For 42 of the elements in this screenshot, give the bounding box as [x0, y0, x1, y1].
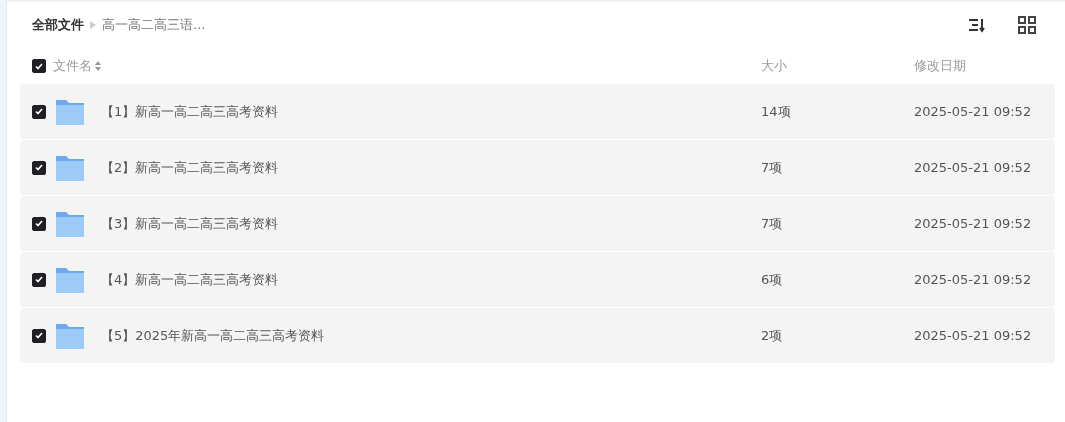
check-icon — [35, 332, 43, 339]
file-name: 【1】新高一高二高三高考资料 — [101, 102, 279, 121]
file-size: 2项 — [761, 326, 784, 345]
checkbox[interactable] — [32, 160, 46, 175]
check-icon — [35, 276, 43, 283]
file-row[interactable]: 【2】新高一高二高三高考资料 7项 2025-05-21 09:52 — [20, 140, 1055, 195]
folder-icon — [55, 97, 85, 126]
check-icon — [35, 220, 43, 227]
modified-date: 2025-05-21 09:52 — [914, 328, 1033, 343]
checkbox[interactable] — [32, 59, 46, 73]
file-name: 【4】新高一高二高三高考资料 — [101, 270, 279, 289]
modified-date: 2025-05-21 09:52 — [914, 272, 1033, 287]
chevron-icon — [90, 21, 96, 29]
file-name: 【2】新高一高二高三高考资料 — [101, 158, 279, 177]
file-size: 7项 — [761, 158, 784, 177]
check-icon — [35, 62, 43, 70]
modified-date: 2025-05-21 09:52 — [914, 216, 1033, 231]
folder-icon — [55, 265, 85, 294]
grid-view-button[interactable] — [1017, 15, 1037, 35]
file-size: 7项 — [761, 214, 784, 233]
file-row[interactable]: 【5】2025年新高一高二高三高考资料 2项 2025-05-21 09:52 — [20, 308, 1055, 363]
file-name: 【3】新高一高二高三高考资料 — [101, 214, 279, 233]
checkbox[interactable] — [32, 216, 46, 231]
file-size: 14项 — [761, 102, 792, 121]
folder-icon — [55, 153, 85, 182]
breadcrumb-item[interactable]: 全部文件 — [32, 16, 84, 34]
sort-icon — [95, 61, 101, 71]
file-row[interactable]: 【4】新高一高二高三高考资料 6项 2025-05-21 09:52 — [20, 252, 1055, 307]
file-row[interactable]: 【1】新高一高二高三高考资料 14项 2025-05-21 09:52 — [20, 84, 1055, 139]
modified-date: 2025-05-21 09:52 — [914, 160, 1033, 175]
checkbox[interactable] — [32, 272, 46, 287]
check-icon — [35, 164, 43, 171]
modified-date: 2025-05-21 09:52 — [914, 104, 1033, 119]
breadcrumb-item[interactable]: 高一高二高三语... — [102, 16, 206, 34]
file-size: 6项 — [761, 270, 784, 289]
folder-icon — [55, 321, 85, 350]
file-name: 【5】2025年新高一高二高三高考资料 — [101, 326, 325, 345]
folder-icon — [55, 209, 85, 238]
checkbox[interactable] — [32, 104, 46, 119]
check-icon — [35, 108, 43, 115]
checkbox[interactable] — [32, 328, 46, 343]
file-row[interactable]: 【3】新高一高二高三高考资料 7项 2025-05-21 09:52 — [20, 196, 1055, 251]
